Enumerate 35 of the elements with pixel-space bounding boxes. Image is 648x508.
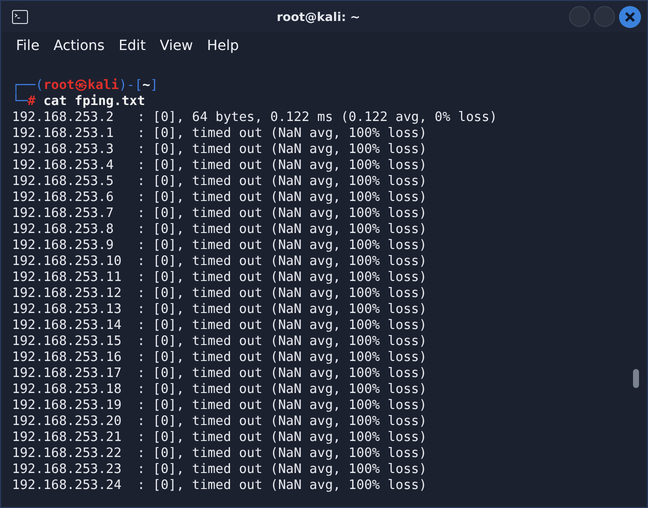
output-line: 192.168.253.8 : [0], timed out (NaN avg, 100% loss) xyxy=(12,222,427,238)
output-line: 192.168.253.12 : [0], timed out (NaN avg, 100% loss) xyxy=(12,286,427,302)
output-line: 192.168.253.20 : [0], timed out (NaN avg, 100% loss) xyxy=(12,414,427,430)
output-line: 192.168.253.3 : [0], timed out (NaN avg, 100% loss) xyxy=(12,142,427,158)
output-line: 192.168.253.16 : [0], timed out (NaN avg, 100% loss) xyxy=(12,350,427,366)
menu-item[interactable]: Edit xyxy=(112,38,153,54)
menu-item[interactable]: View xyxy=(152,38,200,54)
output-line: 192.168.253.22 : [0], timed out (NaN avg, 100% loss) xyxy=(12,446,427,462)
menu-item[interactable]: Actions xyxy=(46,38,112,54)
output-line: 192.168.253.14 : [0], timed out (NaN avg, 100% loss) xyxy=(12,318,427,334)
output-line: 192.168.253.13 : [0], timed out (NaN avg, 100% loss) xyxy=(12,302,427,318)
menu-item[interactable]: Help xyxy=(200,38,246,54)
menu-item[interactable]: File xyxy=(9,38,46,54)
output-line: 192.168.253.5 : [0], timed out (NaN avg, 100% loss) xyxy=(12,174,427,190)
output-line: 192.168.253.17 : [0], timed out (NaN avg, 100% loss) xyxy=(12,366,427,382)
output-line: 192.168.253.9 : [0], timed out (NaN avg, 100% loss) xyxy=(12,238,427,254)
output-line: 192.168.253.23 : [0], timed out (NaN avg, 100% loss) xyxy=(12,462,427,478)
close-button[interactable] xyxy=(619,6,641,28)
output-line: 192.168.253.21 : [0], timed out (NaN avg, 100% loss) xyxy=(12,430,427,446)
command-line: └─# cat fping.txt xyxy=(12,94,146,110)
output-line: 192.168.253.4 : [0], timed out (NaN avg, 100% loss) xyxy=(12,158,427,174)
output-line: 192.168.253.2 : [0], 64 bytes, 0.122 ms (0.122 avg, 0% loss) xyxy=(12,110,498,126)
scrollbar-thumb[interactable] xyxy=(633,369,639,388)
output-line: 192.168.253.19 : [0], timed out (NaN avg, 100% loss) xyxy=(12,398,427,414)
output-line: 192.168.253.6 : [0], timed out (NaN avg, 100% loss) xyxy=(12,190,427,206)
terminal-icon xyxy=(12,10,28,24)
output-line: 192.168.253.15 : [0], timed out (NaN avg, 100% loss) xyxy=(12,334,427,350)
window-title: root@kali: ~ xyxy=(276,10,362,24)
output-line: 192.168.253.24 : [0], timed out (NaN avg, 100% loss) xyxy=(12,478,427,494)
prompt-line: ┌──(root㉿kali)-[~] xyxy=(12,78,158,93)
output-line: 192.168.253.10 : [0], timed out (NaN avg, 100% loss) xyxy=(12,254,427,270)
output-line: 192.168.253.18 : [0], timed out (NaN avg, 100% loss) xyxy=(12,382,427,398)
output-line: 192.168.253.7 : [0], timed out (NaN avg, 100% loss) xyxy=(12,206,427,222)
output-line: 192.168.253.11 : [0], timed out (NaN avg, 100% loss) xyxy=(12,270,427,286)
output-line: 192.168.253.1 : [0], timed out (NaN avg, 100% loss) xyxy=(12,126,427,142)
